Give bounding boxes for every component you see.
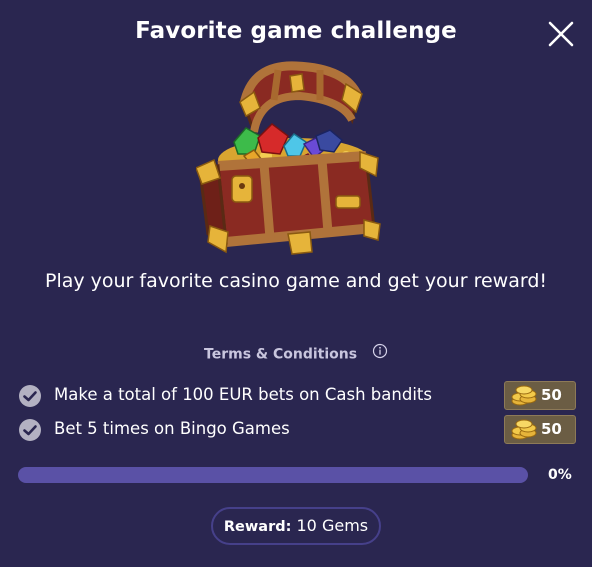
challenge-modal: Favorite game challenge Play your favori… xyxy=(0,0,592,567)
terms-and-conditions-link[interactable]: Terms & Conditions xyxy=(204,347,357,363)
progress-percent: 0% xyxy=(548,467,572,483)
task-item: Make a total of 100 EUR bets on Cash ban… xyxy=(18,381,578,411)
coins-icon xyxy=(511,419,537,440)
task-reward-badge: 50 xyxy=(504,381,576,410)
task-label: Bet 5 times on Bingo Games xyxy=(54,419,290,438)
close-button[interactable] xyxy=(544,17,578,51)
task-reward-value: 50 xyxy=(541,420,562,438)
check-circle-icon xyxy=(19,419,41,441)
task-reward-badge: 50 xyxy=(504,415,576,444)
info-icon[interactable] xyxy=(372,343,388,363)
reward-label: Reward: xyxy=(223,519,292,535)
reward-value: 10 Gems xyxy=(296,516,369,535)
close-icon xyxy=(548,21,574,47)
reward-pill: Reward: 10 Gems xyxy=(211,507,381,545)
treasure-chest-image xyxy=(196,61,381,255)
task-label: Make a total of 100 EUR bets on Cash ban… xyxy=(54,385,432,404)
terms-row: Terms & Conditions xyxy=(0,343,592,363)
task-item: Bet 5 times on Bingo Games 50 xyxy=(18,415,578,445)
modal-title: Favorite game challenge xyxy=(135,18,457,44)
coins-icon xyxy=(511,385,537,406)
progress-bar xyxy=(18,467,528,483)
check-circle-icon xyxy=(19,385,41,407)
task-reward-value: 50 xyxy=(541,386,562,404)
challenge-description: Play your favorite casino game and get y… xyxy=(44,270,547,292)
